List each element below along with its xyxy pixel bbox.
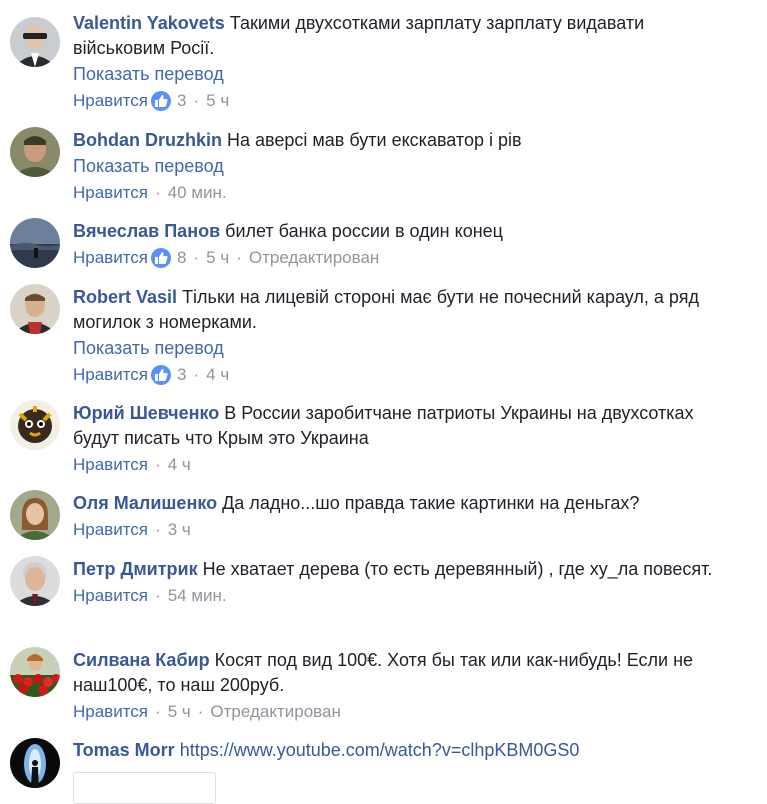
comment-meta: Нравится · 5 ч · Отредактирован bbox=[73, 698, 737, 725]
comment-text-block: Оля Малишенко Да ладно...шо правда такие… bbox=[73, 491, 737, 516]
show-translation-link[interactable]: Показать перевод bbox=[73, 61, 737, 87]
comment-text: На аверсі мав бути екскаватор і рів bbox=[227, 130, 522, 150]
avatar[interactable] bbox=[10, 738, 60, 788]
thumbs-up-icon[interactable] bbox=[151, 364, 172, 385]
edited-label[interactable]: Отредактирован bbox=[249, 244, 379, 271]
avatar-image bbox=[10, 556, 60, 606]
avatar[interactable] bbox=[10, 284, 60, 334]
like-button[interactable]: Нравится bbox=[73, 582, 148, 609]
comment-meta: Нравится · 40 мин. bbox=[73, 179, 737, 206]
avatar-image bbox=[10, 127, 60, 177]
separator: · bbox=[193, 248, 200, 267]
like-button[interactable]: Нравится bbox=[73, 698, 148, 725]
comment-meta: Нравится · 54 мин. bbox=[73, 582, 737, 609]
separator: · bbox=[193, 365, 200, 384]
avatar-image bbox=[10, 490, 60, 540]
comment-text-block: Tomas Morr https://www.youtube.com/watch… bbox=[73, 738, 737, 763]
comment-time[interactable]: 5 ч bbox=[206, 87, 229, 114]
avatar[interactable] bbox=[10, 400, 60, 450]
show-translation-link[interactable]: Показать перевод bbox=[73, 335, 737, 361]
avatar-image bbox=[10, 400, 60, 450]
comment-text-block: Вячеслав Панов билет банка россии в один… bbox=[73, 219, 737, 244]
comment-meta: Нравится · 4 ч bbox=[73, 451, 737, 478]
avatar[interactable] bbox=[10, 556, 60, 606]
separator: · bbox=[155, 586, 161, 605]
comment-text-block: Robert Vasil Тільки на лицевій стороні м… bbox=[73, 285, 737, 335]
like-count[interactable]: 8 bbox=[177, 244, 186, 271]
avatar-image bbox=[10, 218, 60, 268]
comment-text: Да ладно...шо правда такие картинки на д… bbox=[222, 493, 640, 513]
avatar-image bbox=[10, 17, 60, 67]
comment-text-block: Силвана Кабир Косят под вид 100€. Хотя б… bbox=[73, 648, 737, 698]
comment-author[interactable]: Юрий Шевченко bbox=[73, 403, 219, 423]
comment-author[interactable]: Tomas Morr bbox=[73, 740, 175, 760]
comment-author[interactable]: Robert Vasil bbox=[73, 287, 177, 307]
avatar-image bbox=[10, 647, 60, 697]
comment-meta: Нравится 8 · 5 ч · Отредактирован bbox=[73, 244, 737, 271]
like-button[interactable]: Нравится bbox=[73, 361, 148, 388]
thumbs-up-icon[interactable] bbox=[151, 90, 172, 111]
comment-link[interactable]: https://www.youtube.com/watch?v=clhpKBM0… bbox=[180, 740, 580, 760]
comment-text: билет банка россии в один конец bbox=[225, 221, 503, 241]
comment-meta: Нравится 3 · 4 ч bbox=[73, 361, 737, 388]
separator: · bbox=[236, 248, 242, 267]
separator: · bbox=[197, 702, 204, 721]
comment-author[interactable]: Петр Дмитрик bbox=[73, 559, 198, 579]
separator: · bbox=[155, 455, 161, 474]
separator: · bbox=[155, 702, 161, 721]
comment-time[interactable]: 40 мин. bbox=[168, 179, 227, 206]
comment-time[interactable]: 4 ч bbox=[206, 361, 229, 388]
like-count[interactable]: 3 bbox=[177, 361, 186, 388]
like-button[interactable]: Нравится bbox=[73, 179, 148, 206]
like-button[interactable]: Нравится bbox=[73, 516, 148, 543]
like-count[interactable]: 3 bbox=[177, 87, 186, 114]
comment-author[interactable]: Bohdan Druzhkin bbox=[73, 130, 222, 150]
comment-text-block: Юрий Шевченко В России заробитчане патри… bbox=[73, 401, 737, 451]
comment-author[interactable]: Valentin Yakovets bbox=[73, 13, 225, 33]
comment-meta: Нравится · 3 ч bbox=[73, 516, 737, 543]
comment-meta: Нравится 3 · 5 ч bbox=[73, 87, 737, 114]
avatar[interactable] bbox=[10, 647, 60, 697]
like-button[interactable]: Нравится bbox=[73, 451, 148, 478]
comment-time[interactable]: 4 ч bbox=[168, 451, 191, 478]
comment-time[interactable]: 54 мин. bbox=[168, 582, 227, 609]
comment-time[interactable]: 3 ч bbox=[168, 516, 191, 543]
comment-text-block: Bohdan Druzhkin На аверсі мав бути екска… bbox=[73, 128, 737, 153]
edited-label[interactable]: Отредактирован bbox=[210, 698, 340, 725]
like-button[interactable]: Нравится bbox=[73, 244, 148, 271]
comment-text-block: Петр Дмитрик Не хватает дерева (то есть … bbox=[73, 557, 737, 582]
comment-text-block: Valentin Yakovets Такими двухсотками зар… bbox=[73, 11, 737, 61]
comment-author[interactable]: Оля Малишенко bbox=[73, 493, 217, 513]
comment-author[interactable]: Силвана Кабир bbox=[73, 650, 210, 670]
avatar[interactable] bbox=[10, 218, 60, 268]
separator: · bbox=[155, 520, 161, 539]
comment-time[interactable]: 5 ч bbox=[168, 698, 191, 725]
separator: · bbox=[193, 91, 200, 110]
show-translation-link[interactable]: Показать перевод bbox=[73, 153, 737, 179]
comment-author[interactable]: Вячеслав Панов bbox=[73, 221, 220, 241]
avatar-image bbox=[10, 738, 60, 788]
like-button[interactable]: Нравится bbox=[73, 87, 148, 114]
comment-text: Не хватает дерева (то есть деревянный) ,… bbox=[202, 559, 713, 579]
link-preview-card[interactable] bbox=[73, 772, 216, 804]
separator: · bbox=[155, 183, 161, 202]
avatar[interactable] bbox=[10, 17, 60, 67]
avatar[interactable] bbox=[10, 490, 60, 540]
avatar[interactable] bbox=[10, 127, 60, 177]
thumbs-up-icon[interactable] bbox=[151, 247, 172, 268]
avatar-image bbox=[10, 284, 60, 334]
comment-time[interactable]: 5 ч bbox=[206, 244, 229, 271]
